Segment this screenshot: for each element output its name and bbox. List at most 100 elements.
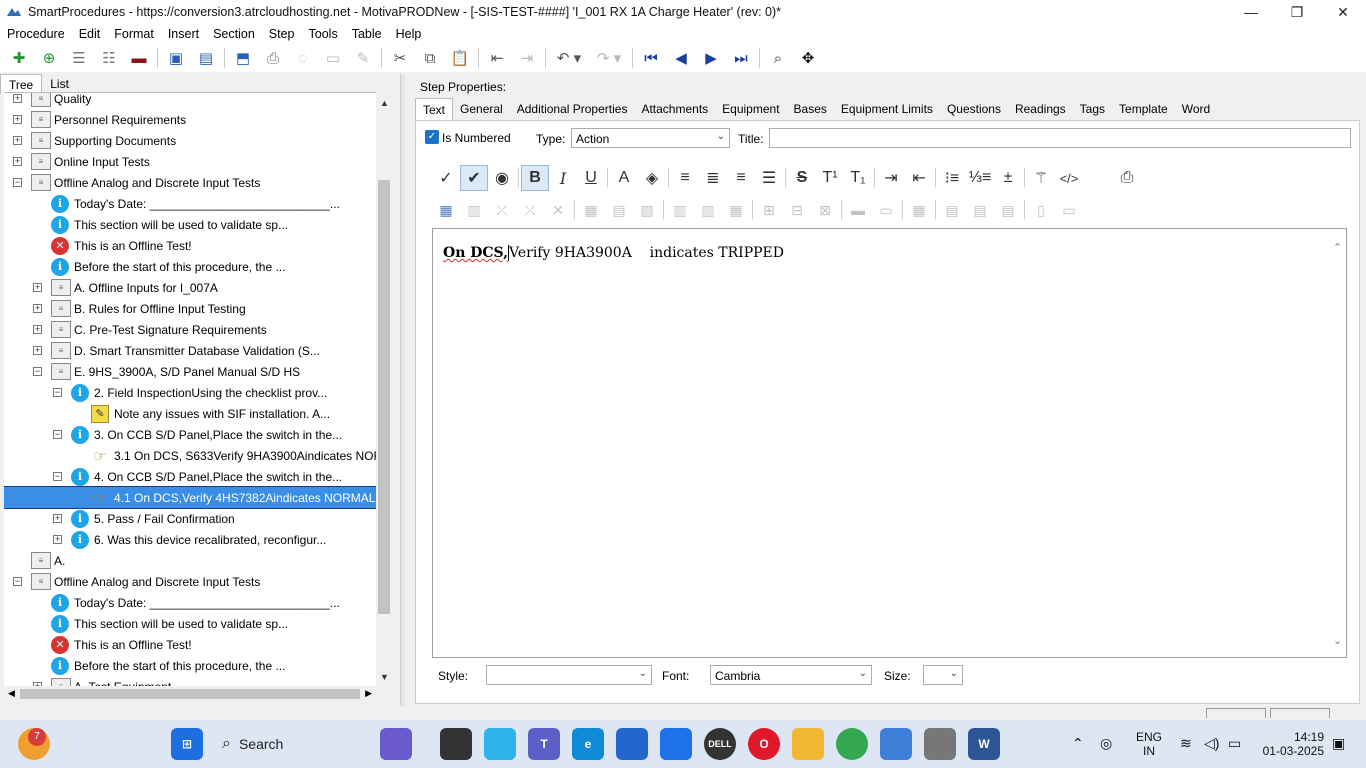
tree-node[interactable]: − ≡ Offline Analog and Discrete Input Test… [4,172,376,193]
spellcheck-icon[interactable]: ✓ [432,165,460,191]
scroll-up-icon[interactable]: ▲ [380,98,389,108]
bold-icon[interactable]: B [521,165,549,191]
strikethrough-icon[interactable]: S [788,165,816,191]
style-select[interactable]: ⌄ [486,665,652,685]
tree-horizontal-scrollbar[interactable]: ◀ ▶ [4,686,376,702]
edge-icon[interactable]: e [572,728,604,760]
justify-icon[interactable]: ☰ [755,165,783,191]
network-app-icon[interactable]: ◎ [1100,736,1112,750]
word-icon[interactable]: W [968,728,1000,760]
save-all-icon[interactable]: ▣ [161,45,191,71]
tab-general[interactable]: General [453,98,510,120]
paste-icon[interactable]: 📋 [445,45,475,71]
next-icon[interactable]: ▶ [696,45,726,71]
tree-vertical-scrollbar[interactable]: ▲ ▼ [376,92,392,686]
tree-node[interactable]: + ≡ Personnel Requirements [4,109,376,130]
tab-word[interactable]: Word [1175,98,1217,120]
wizard-icon[interactable]: ✎ [348,45,378,71]
cut-icon[interactable]: ✂ [385,45,415,71]
start-icon[interactable]: ⊞ [171,728,203,760]
align-right-icon[interactable]: ≡ [727,165,755,191]
underline-icon[interactable]: U [577,165,605,191]
menu-edit[interactable]: Edit [79,27,101,41]
collapse-icon[interactable]: − [13,577,22,586]
copilot-icon[interactable] [484,728,516,760]
expand-icon[interactable]: + [13,157,22,166]
indent-icon[interactable]: ⇤ [482,45,512,71]
collapse-icon[interactable]: − [53,388,62,397]
plus-minus-icon[interactable]: ± [994,165,1022,191]
expand-icon[interactable]: + [13,94,22,103]
add-icon[interactable]: ✚ [4,45,34,71]
tree-node[interactable]: + ≡ D. Smart Transmitter Database Validati… [4,340,376,361]
size-select[interactable]: ⌄ [923,665,963,685]
align-left-icon[interactable]: ≡ [671,165,699,191]
type-select[interactable]: Action ⌄ [571,128,730,148]
add-child-icon[interactable]: ⊕ [34,45,64,71]
tab-text[interactable]: Text [415,98,454,120]
menu-format[interactable]: Format [114,27,154,41]
tree-node[interactable]: i This section will be used to validate s… [4,613,376,634]
first-icon[interactable]: ⏮ [636,45,666,71]
tab-attachments[interactable]: Attachments [634,98,715,120]
print-icon[interactable]: ⎙ [258,45,288,71]
tree-node[interactable]: + ≡ A. Offline Inputs for I_007A [4,277,376,298]
scroll-thumb[interactable] [378,180,390,614]
tree-node[interactable]: ✕ This is an Offline Test! [4,634,376,655]
tree-node[interactable]: + ≡ Supporting Documents [4,130,376,151]
list-icon[interactable]: ☰ [64,45,94,71]
tree-node[interactable]: ✎ Note any issues with SIF installation. … [4,403,376,424]
tree-node[interactable]: − i 3. On CCB S/D Panel,Place the switch i… [4,424,376,445]
expand-icon[interactable]: + [13,136,22,145]
folder-icon[interactable] [792,728,824,760]
tree-node[interactable]: − ≡ Offline Analog and Discrete Input Test… [4,571,376,592]
teams-icon[interactable]: T [528,728,560,760]
maximize-button[interactable]: ❐ [1274,0,1320,24]
procedure-tree[interactable]: + ≡ Quality + ≡ Personnel Requirements + ≡ Suppo… [4,92,376,686]
tab-questions[interactable]: Questions [940,98,1008,120]
scroll-left-icon[interactable]: ◀ [8,688,15,699]
chrome-icon[interactable] [836,728,868,760]
tab-additional-properties[interactable]: Additional Properties [510,98,635,120]
menu-section[interactable]: Section [213,27,255,41]
scroll-down-icon[interactable]: ▼ [380,672,389,682]
tree-node[interactable]: ☞ 4.1 On DCS,Verify 4HS7382Aindicates NOR… [4,486,376,509]
hscroll-thumb[interactable] [20,689,360,699]
indent-increase-icon[interactable]: ⇥ [877,165,905,191]
tree-node[interactable]: + ≡ C. Pre-Test Signature Requirements [4,319,376,340]
notification-bell-icon[interactable]: ▣ [1332,736,1345,750]
list-alt-icon[interactable]: ☷ [94,45,124,71]
tree-node[interactable]: + ≡ Online Input Tests [4,151,376,172]
editor-scrollbar[interactable]: ⌃ ⌄ [1330,229,1346,657]
auto-spellcheck-icon[interactable]: ✔ [460,165,488,191]
tab-tree[interactable]: Tree [0,74,43,94]
wifi-icon[interactable]: ≋ [1180,736,1192,750]
store-icon[interactable] [616,728,648,760]
menu-insert[interactable]: Insert [168,27,199,41]
tab-equipment-limits[interactable]: Equipment Limits [834,98,940,120]
expand-icon[interactable]: + [53,535,62,544]
collapse-icon[interactable]: − [53,472,62,481]
tab-bases[interactable]: Bases [787,98,834,120]
tree-node[interactable]: + ≡ Quality [4,93,376,109]
tree-node[interactable]: − i 4. On CCB S/D Panel,Place the switch i… [4,466,376,487]
tab-readings[interactable]: Readings [1008,98,1073,120]
tree-node[interactable]: + i 5. Pass / Fail Confirmation [4,508,376,529]
close-button[interactable]: ✕ [1320,0,1366,24]
magic-wand-icon[interactable]: ⚚ [1027,165,1055,191]
find-icon[interactable]: ⌕ [763,45,793,71]
align-center-icon[interactable]: ≣ [699,165,727,191]
font-color-icon[interactable]: A [610,165,638,191]
menu-help[interactable]: Help [396,27,422,41]
dell-icon[interactable]: DELL [704,728,736,760]
expand-icon[interactable]: + [53,514,62,523]
is-numbered-checkbox[interactable]: ✓ [425,130,439,144]
clock[interactable]: 14:19 01-03-2025 [1258,730,1324,758]
menu-tools[interactable]: Tools [309,27,338,41]
remove-icon[interactable]: ▬ [124,45,154,71]
save-icon[interactable]: ▤ [191,45,221,71]
expand-icon[interactable]: + [33,283,42,292]
font-select[interactable]: Cambria ⌄ [710,665,872,685]
tree-node[interactable]: ≡ A. [4,550,376,571]
bullet-list-icon[interactable]: ⁝≡ [938,165,966,191]
